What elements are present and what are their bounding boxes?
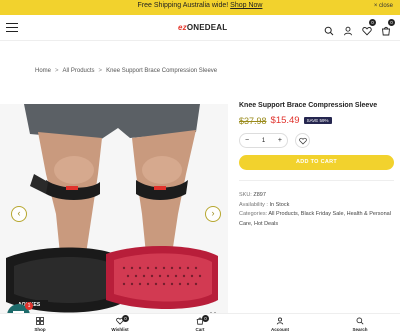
breadcrumb: Home > All Products > Knee Support Brace Com… [35, 68, 217, 74]
breadcrumb-current: Knee Support Brace Compression Sleeve [106, 68, 218, 74]
logo-part-1: ez [178, 23, 187, 32]
shop-now-link[interactable]: Shop Now [230, 2, 262, 9]
add-to-wishlist-button[interactable] [295, 133, 310, 148]
old-price: $37.98 [239, 115, 267, 126]
bottom-nav-wishlist[interactable]: 0 Wishlist [80, 314, 160, 335]
announcement-bar: Free Shipping Australia wide! Shop Now ×… [0, 0, 400, 15]
breadcrumb-separator-icon: > [55, 68, 59, 74]
price-row: $37.98 $15.49 SAVE 59% [239, 115, 394, 126]
bottom-nav-account-label: Account [271, 327, 289, 332]
bottom-wishlist-badge: 0 [122, 315, 129, 322]
bottom-nav-account[interactable]: Account [240, 314, 320, 335]
availability-value: In Stock [269, 201, 290, 208]
announcement-message: Free Shipping Australia wide! [137, 2, 231, 9]
quantity-value[interactable]: 1 [262, 138, 265, 144]
availability-line: Availability : In Stock [239, 201, 394, 211]
product-image: AOLIKES [0, 104, 228, 320]
bottom-nav-cart[interactable]: 0 Cart [160, 314, 240, 335]
breadcrumb-separator-icon: > [98, 68, 103, 74]
site-header: ezONEDEAL 0 0 [0, 15, 400, 41]
search-icon[interactable] [324, 23, 334, 36]
bottom-nav-search[interactable]: Search [320, 314, 400, 335]
product-gallery[interactable]: AOLIKES ‹ › [0, 104, 228, 320]
availability-label: Availability : [239, 201, 268, 208]
bottom-nav-wishlist-label: Wishlist [111, 327, 129, 332]
categories-label: Categories: [239, 211, 268, 217]
cart-count-badge: 0 [388, 19, 395, 26]
strap-logo [66, 186, 78, 190]
product-info: Knee Support Brace Compression Sleeve $3… [239, 102, 394, 229]
sku-label: SKU: [239, 192, 252, 198]
sku-value: Z897 [253, 192, 266, 198]
quantity-stepper: − 1 + [239, 133, 288, 148]
quantity-row: − 1 + [239, 133, 394, 148]
wishlist-count-badge: 0 [369, 19, 376, 26]
bottom-cart-badge: 0 [202, 315, 209, 322]
bottom-nav-cart-label: Cart [195, 327, 205, 332]
quantity-increase-button[interactable]: + [278, 137, 282, 144]
save-badge: SAVE 59% [303, 117, 332, 124]
sku-line: SKU: Z897 [239, 191, 394, 201]
chat-badge: 1 [25, 302, 33, 310]
gallery-next-button[interactable]: › [205, 206, 221, 222]
wishlist-icon[interactable]: 0 [362, 19, 376, 36]
gallery-prev-button[interactable]: ‹ [11, 206, 27, 222]
heart-icon [298, 137, 307, 145]
grid-icon [36, 317, 44, 325]
cart-icon[interactable]: 0 [381, 19, 395, 36]
categories-line: Categories: All Products, Black Friday S… [239, 210, 394, 229]
logo-part-2: ONEDEAL [186, 23, 228, 32]
menu-icon[interactable] [6, 23, 18, 33]
search-icon [356, 317, 364, 325]
site-logo[interactable]: ezONEDEAL [178, 23, 227, 32]
breadcrumb-all-products[interactable]: All Products [63, 68, 95, 74]
account-icon[interactable] [343, 23, 353, 36]
add-to-cart-button[interactable]: ADD TO CART [239, 155, 394, 170]
product-meta: SKU: Z897 Availability : In Stock Catego… [239, 180, 394, 229]
announcement-close-button[interactable]: × close [374, 3, 393, 9]
user-icon [276, 317, 284, 325]
quantity-decrease-button[interactable]: − [245, 137, 249, 144]
bottom-nav: Shop 0 Wishlist 0 Cart Account Search [0, 313, 400, 335]
bottom-nav-shop[interactable]: Shop [0, 314, 80, 335]
bottom-nav-shop-label: Shop [34, 327, 46, 332]
announcement-text: Free Shipping Australia wide! Shop Now [0, 2, 400, 9]
breadcrumb-home[interactable]: Home [35, 68, 51, 74]
bottom-nav-search-label: Search [352, 327, 368, 332]
sale-price: $15.49 [270, 115, 300, 126]
product-title: Knee Support Brace Compression Sleeve [239, 102, 378, 109]
